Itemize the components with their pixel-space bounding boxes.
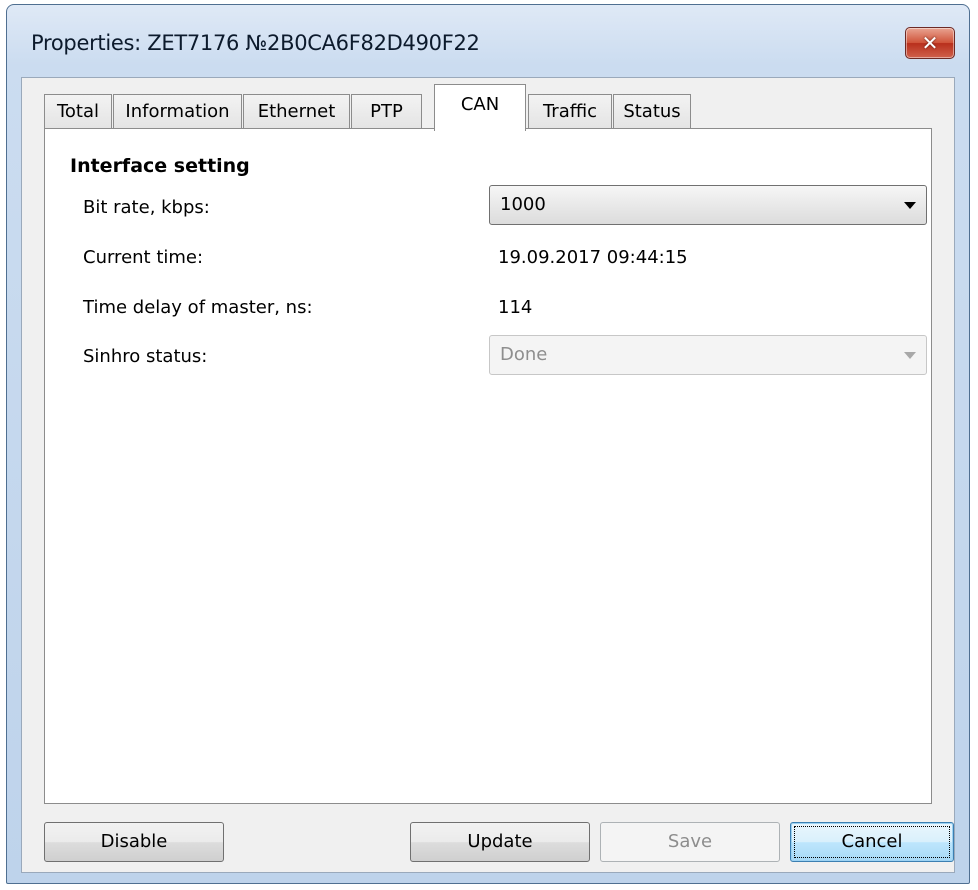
title-bar[interactable]: Properties: ZET7176 №2B0CA6F82D490F22 ✕ <box>7 5 969 77</box>
tab-traffic[interactable]: Traffic <box>528 94 612 130</box>
sinhro-status-value: Done <box>500 344 548 365</box>
time-delay-label: Time delay of master, ns: <box>83 297 313 318</box>
tab-information[interactable]: Information <box>113 94 242 130</box>
current-time-value: 19.09.2017 09:44:15 <box>498 247 688 268</box>
tab-strip: Total Information Ethernet PTP CAN Traff… <box>34 84 934 131</box>
focus-rectangle <box>794 826 950 858</box>
properties-dialog: Properties: ZET7176 №2B0CA6F82D490F22 ✕ … <box>6 4 970 884</box>
chevron-down-icon <box>904 202 916 209</box>
tab-ptp[interactable]: PTP <box>351 94 422 130</box>
close-button[interactable]: ✕ <box>905 27 955 59</box>
close-icon: ✕ <box>921 31 939 55</box>
can-tab-panel: Interface setting Bit rate, kbps: 1000 C… <box>44 128 932 804</box>
update-button[interactable]: Update <box>410 822 590 862</box>
save-button: Save <box>600 822 780 862</box>
bit-rate-select[interactable]: 1000 <box>489 185 927 225</box>
tab-total[interactable]: Total <box>44 94 112 130</box>
bit-rate-label: Bit rate, kbps: <box>83 197 210 218</box>
interface-setting-heading: Interface setting <box>70 155 250 177</box>
time-delay-value: 114 <box>498 297 533 318</box>
current-time-label: Current time: <box>83 247 204 268</box>
sinhro-status-label: Sinhro status: <box>83 346 208 367</box>
tab-can[interactable]: CAN <box>434 84 526 131</box>
sinhro-status-select: Done <box>489 335 927 375</box>
bit-rate-value: 1000 <box>500 194 546 215</box>
tab-status[interactable]: Status <box>613 94 691 130</box>
tab-ethernet[interactable]: Ethernet <box>243 94 350 130</box>
window-title: Properties: ZET7176 №2B0CA6F82D490F22 <box>31 31 480 55</box>
dialog-client-area: Total Information Ethernet PTP CAN Traff… <box>21 77 955 873</box>
cancel-button[interactable]: Cancel <box>790 822 954 862</box>
disable-button[interactable]: Disable <box>44 822 224 862</box>
chevron-down-icon <box>904 352 916 359</box>
